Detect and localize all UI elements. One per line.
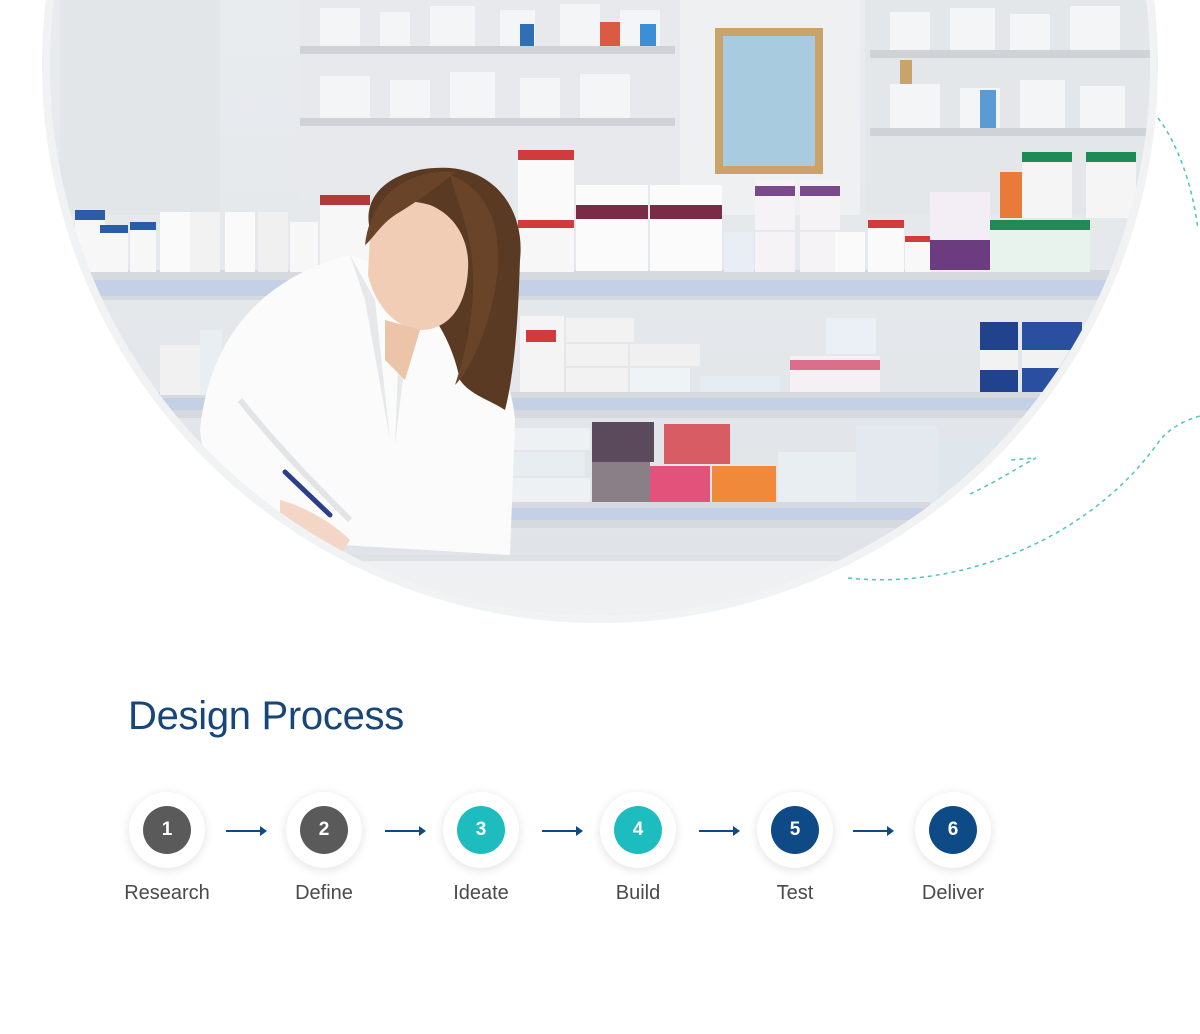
step-label: Build (615, 882, 661, 904)
step-number-badge: 6 (929, 806, 977, 854)
step-label: Test (776, 882, 814, 904)
step-deliver: 6 Deliver (873, 792, 1033, 905)
step-test: 5 Test (715, 792, 875, 905)
step-number-badge: 1 (143, 806, 191, 854)
step-ideate: 3 Ideate (401, 792, 561, 905)
step-number-badge: 4 (614, 806, 662, 854)
step-ring: 1 (129, 792, 205, 868)
step-label: Define (295, 882, 353, 904)
hero-image (0, 0, 1200, 640)
step-label: Ideate (453, 882, 509, 904)
section-title: Design Process (128, 694, 404, 738)
step-label: Deliver (921, 882, 985, 904)
step-define: 2 Define (244, 792, 404, 905)
pharmacy-photo (42, 0, 1200, 623)
step-number-badge: 2 (300, 806, 348, 854)
step-ring: 3 (443, 792, 519, 868)
step-label: Research (124, 882, 210, 904)
step-number-badge: 3 (457, 806, 505, 854)
step-number-badge: 5 (771, 806, 819, 854)
step-ring: 2 (286, 792, 362, 868)
step-build: 4 Build (558, 792, 718, 905)
step-ring: 5 (757, 792, 833, 868)
step-research: 1 Research (87, 792, 247, 905)
step-ring: 6 (915, 792, 991, 868)
step-ring: 4 (600, 792, 676, 868)
